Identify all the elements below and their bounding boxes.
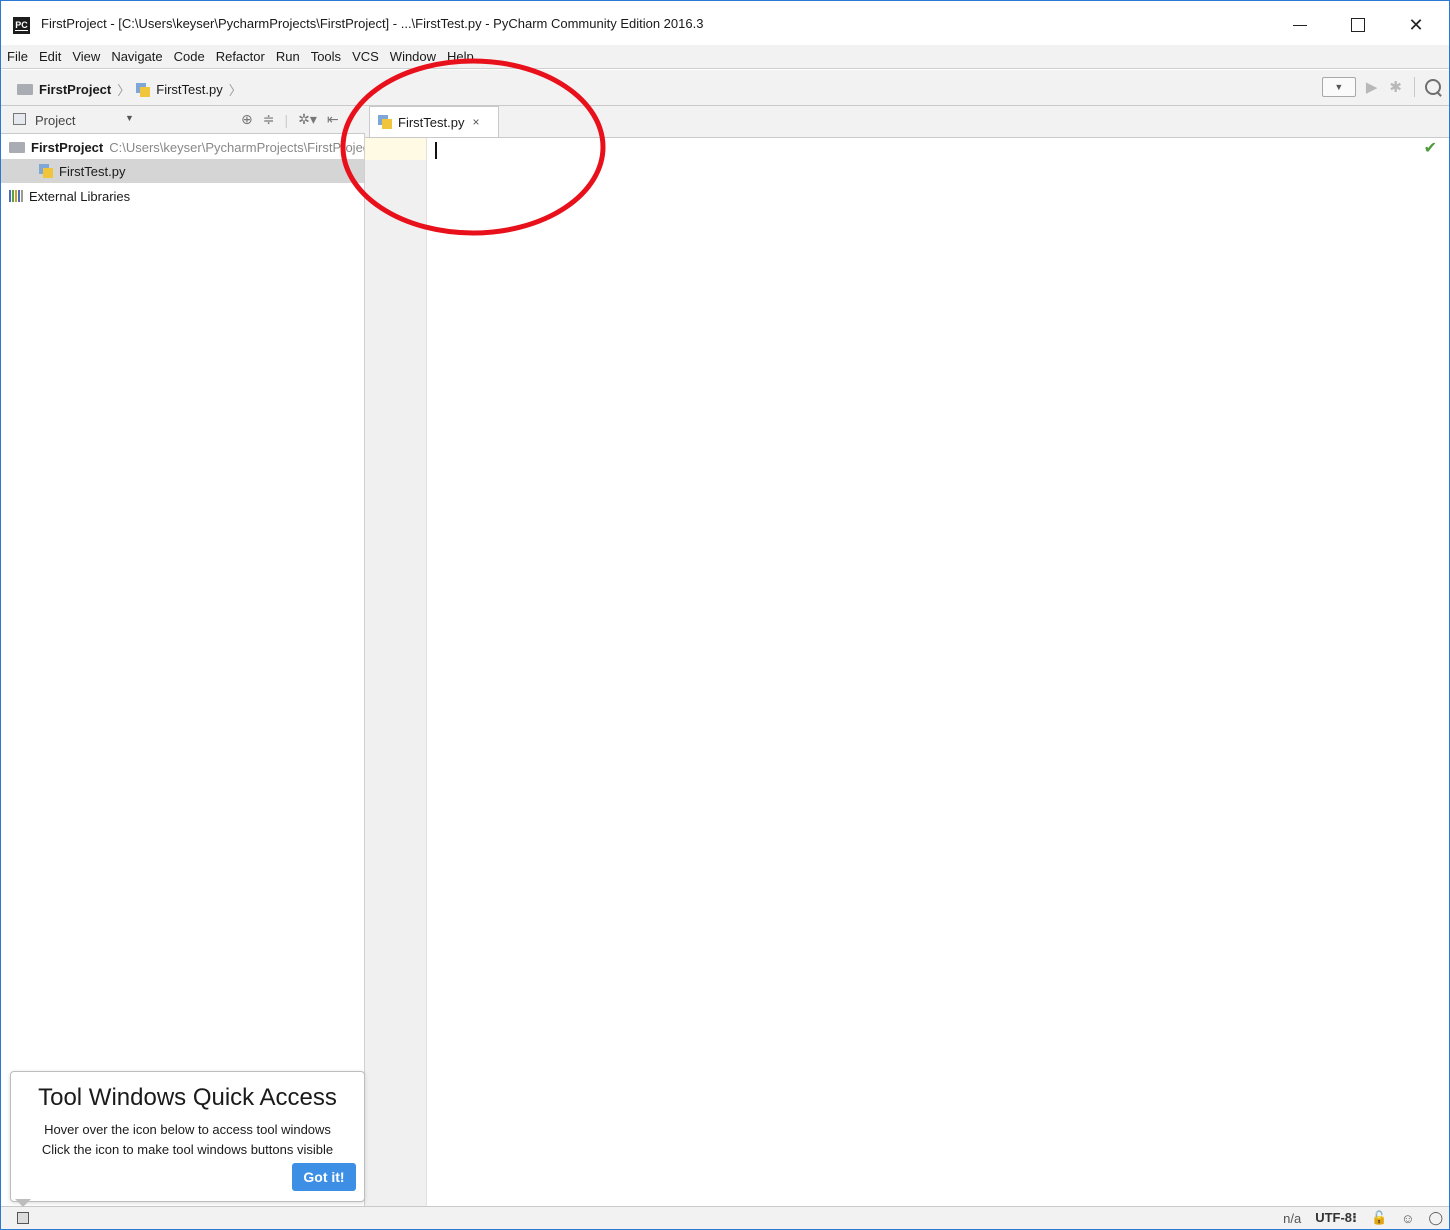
collapse-all-icon[interactable]: ≑ <box>263 111 275 128</box>
folder-icon <box>17 84 33 95</box>
menu-refactor[interactable]: Refactor <box>216 49 265 64</box>
editor-tab-bar: FirstTest.py × <box>365 106 1449 138</box>
folder-icon <box>9 141 25 153</box>
libraries-icon <box>9 190 23 202</box>
breadcrumb-file[interactable]: FirstTest.py <box>156 82 222 97</box>
tool-windows-tooltip: Tool Windows Quick Access Hover over the… <box>10 1071 365 1202</box>
menu-run[interactable]: Run <box>276 49 300 64</box>
code-editor[interactable]: ✔ <box>427 138 1449 1206</box>
menu-view[interactable]: View <box>72 49 100 64</box>
maximize-button[interactable] <box>1329 1 1387 49</box>
breadcrumb-project[interactable]: FirstProject <box>39 82 111 97</box>
tree-libraries-label: External Libraries <box>29 188 131 204</box>
tooltip-pointer <box>15 1199 31 1207</box>
lock-icon[interactable]: 🔓 <box>1371 1210 1387 1226</box>
project-tree: FirstProject C:\Users\keyser\PycharmProj… <box>1 134 365 1206</box>
project-panel-header: Project ▼ ⊕ ≑ | ✲▾ ⇤ <box>1 106 365 134</box>
event-log-icon[interactable]: ◯ <box>1428 1210 1443 1226</box>
minimize-icon <box>1293 24 1307 26</box>
python-file-icon <box>378 115 392 129</box>
status-widgets: n/a UTF-8⁝ 🔓 ☺ ◯ <box>1269 1210 1443 1226</box>
menu-bar: File Edit View Navigate Code Refactor Ru… <box>1 45 1449 69</box>
tree-root-path: C:\Users\keyser\PycharmProjects\FirstPro… <box>109 139 365 155</box>
breadcrumb: FirstProject 〉 FirstTest.py 〉 <box>17 80 248 99</box>
navigation-bar: FirstProject 〉 FirstTest.py 〉 ▼ ▶ ✱ <box>1 70 1449 106</box>
inspection-ok-icon: ✔ <box>1423 140 1437 157</box>
tree-file-label: FirstTest.py <box>59 163 126 179</box>
menu-navigate[interactable]: Navigate <box>111 49 162 64</box>
file-encoding[interactable]: UTF-8⁝ <box>1315 1210 1357 1226</box>
tooltip-line-2: Click the icon to make tool windows butt… <box>41 1142 334 1157</box>
caret-position[interactable]: n/a <box>1283 1211 1301 1226</box>
settings-gear-icon[interactable]: ✲▾ <box>298 111 317 128</box>
close-icon: ✕ <box>1408 14 1424 35</box>
search-icon[interactable] <box>1425 79 1441 95</box>
tree-item-external-libraries[interactable]: External Libraries <box>1 184 364 208</box>
tree-root-name: FirstProject <box>31 139 104 155</box>
menu-window[interactable]: Window <box>390 49 436 64</box>
menu-file[interactable]: File <box>7 49 28 64</box>
menu-code[interactable]: Code <box>174 49 205 64</box>
tree-item-project-root[interactable]: FirstProject C:\Users\keyser\PycharmProj… <box>1 135 365 159</box>
project-panel-tools: ⊕ ≑ | ✲▾ ⇤ <box>241 111 349 128</box>
tab-close-icon[interactable]: × <box>472 115 479 129</box>
debug-icon[interactable]: ✱ <box>1389 78 1402 96</box>
locate-icon[interactable]: ⊕ <box>241 111 253 128</box>
inspector-icon[interactable]: ☺ <box>1401 1211 1414 1226</box>
tooltip-line-1: Hover over the icon below to access tool… <box>44 1122 331 1137</box>
python-file-icon <box>39 164 53 178</box>
got-it-button[interactable]: Got it! <box>292 1163 356 1191</box>
pycharm-window: PC FirstProject - [C:\Users\keyser\Pycha… <box>0 0 1450 1230</box>
project-view-selector[interactable]: Project <box>35 113 75 128</box>
maximize-icon <box>1351 18 1365 32</box>
menu-tools[interactable]: Tools <box>311 49 341 64</box>
chevron-right-icon: 〉 <box>228 83 242 98</box>
tool-windows-toggle-icon[interactable] <box>17 1212 29 1224</box>
minimize-button[interactable] <box>1271 1 1329 49</box>
hide-panel-icon[interactable]: ⇤ <box>327 111 339 128</box>
menu-edit[interactable]: Edit <box>39 49 61 64</box>
text-caret <box>435 142 437 159</box>
status-bar: n/a UTF-8⁝ 🔓 ☺ ◯ <box>1 1206 1449 1229</box>
run-toolbar: ▼ ▶ ✱ <box>1321 77 1441 97</box>
tools-separator: | <box>284 111 289 128</box>
run-configuration-dropdown[interactable]: ▼ <box>1321 77 1356 97</box>
tab-firsttest[interactable]: FirstTest.py × <box>369 106 499 137</box>
current-line-highlight <box>365 138 426 160</box>
run-icon[interactable]: ▶ <box>1366 78 1378 96</box>
editor-gutter <box>365 138 427 1206</box>
menu-vcs[interactable]: VCS <box>352 49 379 64</box>
tree-item-file[interactable]: FirstTest.py <box>1 159 364 183</box>
pycharm-logo-icon: PC <box>13 17 30 34</box>
python-file-icon <box>136 82 151 97</box>
window-title: FirstProject - [C:\Users\keyser\PycharmP… <box>41 16 704 31</box>
toolbar-separator <box>1414 77 1415 97</box>
chevron-down-icon[interactable]: ▼ <box>125 113 134 123</box>
tab-label: FirstTest.py <box>398 114 465 130</box>
close-button[interactable]: ✕ <box>1387 1 1445 49</box>
menu-help[interactable]: Help <box>447 49 474 64</box>
chevron-right-icon: 〉 <box>117 83 131 98</box>
project-view-icon <box>13 113 26 125</box>
title-bar: PC FirstProject - [C:\Users\keyser\Pycha… <box>1 1 1449 49</box>
tooltip-title: Tool Windows Quick Access <box>38 1084 337 1111</box>
